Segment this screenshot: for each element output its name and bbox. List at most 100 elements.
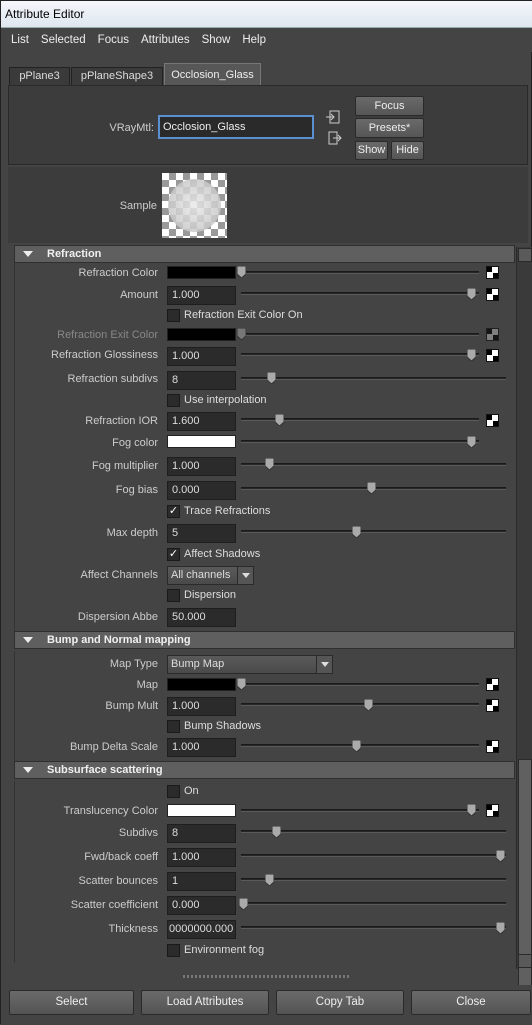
menu-show[interactable]: Show xyxy=(202,34,231,46)
slider-handle-icon[interactable] xyxy=(352,526,361,538)
slider-handle-icon[interactable] xyxy=(364,699,373,711)
environment-fog-checkbox[interactable] xyxy=(167,944,180,957)
translucency-color-slider[interactable] xyxy=(241,809,479,812)
slider-handle-icon[interactable] xyxy=(265,458,274,470)
focus-button[interactable]: Focus xyxy=(355,96,424,116)
glossiness-map-button[interactable] xyxy=(486,349,499,362)
sss-subdivs-field[interactable]: 8 xyxy=(167,824,236,843)
menu-attributes[interactable]: Attributes xyxy=(141,34,190,46)
tab-occlosion-glass[interactable]: Occlosion_Glass xyxy=(164,63,261,86)
bump-mult-slider[interactable] xyxy=(241,703,479,706)
menu-help[interactable]: Help xyxy=(242,34,266,46)
translucency-map-button[interactable] xyxy=(486,804,499,817)
slider-handle-icon[interactable] xyxy=(467,288,476,300)
exit-color-swatch[interactable] xyxy=(167,328,236,341)
slider-handle-icon[interactable] xyxy=(239,898,248,910)
max-depth-slider[interactable] xyxy=(241,530,506,533)
sss-section-header[interactable]: Subsurface scattering xyxy=(14,761,515,779)
slider-handle-icon[interactable] xyxy=(265,874,274,886)
slider-handle-icon[interactable] xyxy=(467,436,476,448)
amount-field[interactable]: 1.000 xyxy=(167,286,236,305)
glossiness-field[interactable]: 1.000 xyxy=(167,347,236,366)
input-connection-icon[interactable] xyxy=(326,110,340,124)
refraction-section-header[interactable]: Refraction xyxy=(14,245,515,263)
resize-grip[interactable] xyxy=(183,975,351,978)
load-attributes-button[interactable]: Load Attributes xyxy=(141,990,269,1015)
menu-focus[interactable]: Focus xyxy=(98,34,129,46)
select-button[interactable]: Select xyxy=(9,990,134,1015)
ior-field[interactable]: 1.600 xyxy=(167,412,236,431)
vertical-scrollbar[interactable] xyxy=(516,247,532,1017)
glossiness-slider[interactable] xyxy=(241,353,479,356)
scatter-coefficient-field[interactable]: 0.000 xyxy=(167,896,236,915)
slider-handle-icon[interactable] xyxy=(467,804,476,816)
amount-map-button[interactable] xyxy=(486,288,499,301)
fog-color-swatch[interactable] xyxy=(167,435,236,448)
tab-pplane3[interactable]: pPlane3 xyxy=(9,67,70,86)
subdivs-slider[interactable] xyxy=(241,377,506,380)
thickness-field[interactable]: 0000000.000 xyxy=(167,920,236,939)
fwd-back-field[interactable]: 1.000 xyxy=(167,848,236,867)
dispersion-abbe-field[interactable]: 50.000 xyxy=(167,608,236,627)
refraction-color-map-button[interactable] xyxy=(486,266,499,279)
refraction-color-swatch[interactable] xyxy=(167,266,236,279)
slider-handle-icon[interactable] xyxy=(352,740,361,752)
subdivs-field[interactable]: 8 xyxy=(167,371,236,390)
bump-mult-field[interactable]: 1.000 xyxy=(167,697,236,716)
fog-bias-field[interactable]: 0.000 xyxy=(167,481,236,500)
exit-color-on-checkbox[interactable] xyxy=(167,309,180,322)
slider-handle-icon[interactable] xyxy=(367,482,376,494)
show-button[interactable]: Show xyxy=(355,141,388,160)
scatter-bounces-slider[interactable] xyxy=(241,878,506,881)
slider-handle-icon[interactable] xyxy=(496,850,505,862)
menu-list[interactable]: List xyxy=(11,34,29,46)
bump-shadows-checkbox[interactable] xyxy=(167,720,180,733)
fog-multiplier-field[interactable]: 1.000 xyxy=(167,457,236,476)
bump-section-header[interactable]: Bump and Normal mapping xyxy=(14,631,515,649)
hide-button[interactable]: Hide xyxy=(391,141,424,160)
trace-refractions-checkbox[interactable]: ✓ xyxy=(167,505,180,518)
bump-delta-map-button[interactable] xyxy=(486,740,499,753)
output-connection-icon[interactable] xyxy=(328,131,342,145)
close-button[interactable]: Close xyxy=(411,990,531,1015)
bump-mult-map-button[interactable] xyxy=(486,699,499,712)
slider-handle-icon[interactable] xyxy=(237,266,246,278)
fog-multiplier-slider[interactable] xyxy=(241,463,506,466)
slider-handle-icon[interactable] xyxy=(467,349,476,361)
bump-map-swatch[interactable] xyxy=(167,678,236,691)
slider-handle-icon[interactable] xyxy=(496,922,505,934)
material-name-field[interactable]: Occlosion_Glass xyxy=(158,115,314,139)
affect-channels-dropdown[interactable]: All channels xyxy=(167,566,254,585)
use-interpolation-checkbox[interactable] xyxy=(167,394,180,407)
scroll-up-icon[interactable] xyxy=(518,248,532,262)
scatter-bounces-field[interactable]: 1 xyxy=(167,872,236,891)
scrollbar-thumb[interactable] xyxy=(518,759,532,1017)
fog-color-slider[interactable] xyxy=(241,440,479,443)
bump-map-slider[interactable] xyxy=(241,683,479,686)
map-type-dropdown[interactable]: Bump Map xyxy=(167,655,333,674)
slider-handle-icon[interactable] xyxy=(275,414,284,426)
affect-shadows-checkbox[interactable]: ✓ xyxy=(167,548,180,561)
max-depth-field[interactable]: 5 xyxy=(167,524,236,543)
slider-handle-icon[interactable] xyxy=(272,826,281,838)
fwd-back-slider[interactable] xyxy=(241,854,506,857)
bump-map-button[interactable] xyxy=(486,678,499,691)
bump-delta-scale-field[interactable]: 1.000 xyxy=(167,738,236,757)
translucency-color-swatch[interactable] xyxy=(167,804,236,817)
ior-map-button[interactable] xyxy=(486,414,499,427)
thickness-slider[interactable] xyxy=(241,926,506,929)
exit-color-slider[interactable] xyxy=(241,333,479,336)
copy-tab-button[interactable]: Copy Tab xyxy=(276,990,404,1015)
refraction-color-slider[interactable] xyxy=(241,271,479,274)
presets-button[interactable]: Presets* xyxy=(355,118,424,138)
scatter-coefficient-slider[interactable] xyxy=(241,902,506,905)
slider-handle-icon[interactable] xyxy=(237,678,246,690)
exit-color-map-button[interactable] xyxy=(486,328,499,341)
slider-handle-icon[interactable] xyxy=(237,328,246,340)
sss-on-checkbox[interactable] xyxy=(167,785,180,798)
slider-handle-icon[interactable] xyxy=(267,372,276,384)
scroll-down-icon[interactable] xyxy=(518,954,532,968)
tab-pplaneshape3[interactable]: pPlaneShape3 xyxy=(71,67,163,86)
menu-selected[interactable]: Selected xyxy=(41,34,86,46)
amount-slider[interactable] xyxy=(241,292,479,295)
